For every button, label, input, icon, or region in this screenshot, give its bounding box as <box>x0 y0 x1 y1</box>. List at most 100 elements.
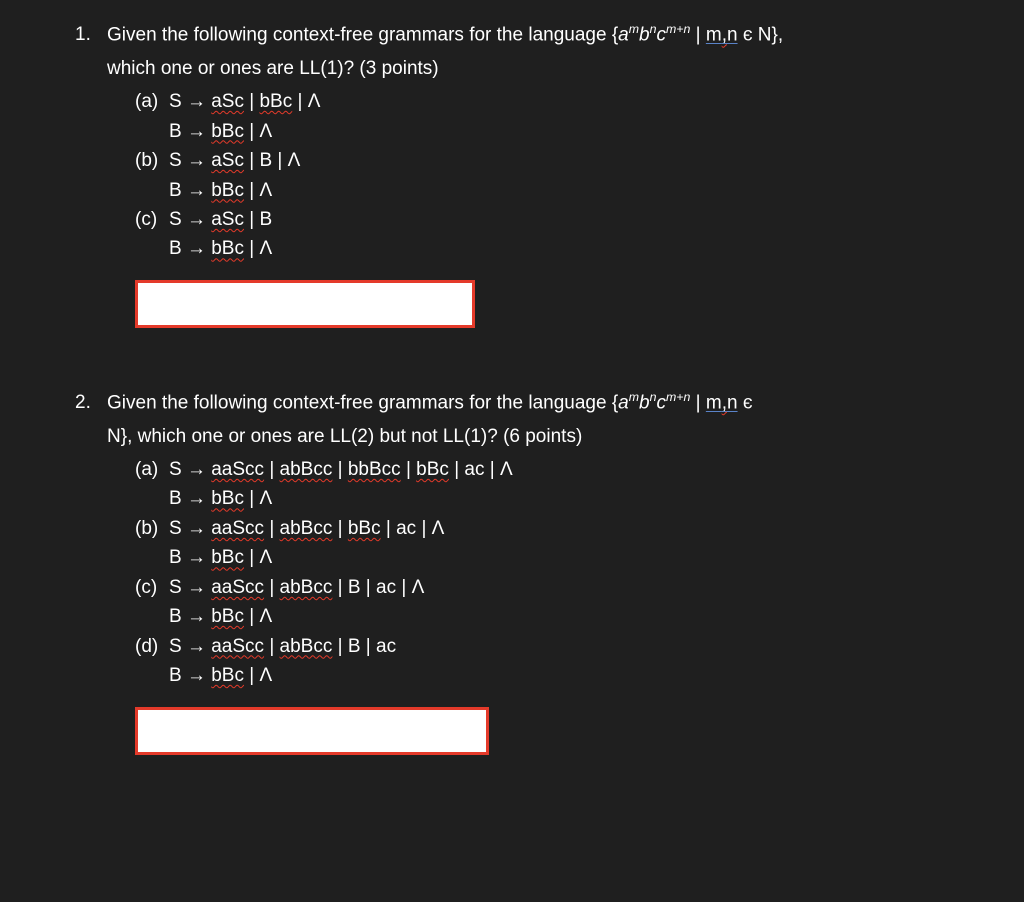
q1-answer-input[interactable] <box>135 280 475 328</box>
lang-bar: | <box>690 392 706 413</box>
b-pre: B → <box>169 180 211 201</box>
sp: aaScc <box>211 636 264 657</box>
mid: | <box>244 91 260 112</box>
sp: bBc <box>211 488 244 509</box>
lang-c: c <box>657 24 667 45</box>
tail: | Λ <box>244 180 272 201</box>
sp: bBc <box>211 180 244 201</box>
sp: bBc <box>259 91 292 112</box>
option-label: (a) <box>135 455 169 484</box>
b-pre: B → <box>169 488 211 509</box>
mid: | <box>264 518 280 539</box>
s-pre: S → <box>169 150 211 171</box>
q2-answer-input[interactable] <box>135 707 489 755</box>
q2-option-a-b: B → bBc | Λ <box>135 484 949 513</box>
s-pre: S → <box>169 91 211 112</box>
q1-options: (a) S → aSc | bBc | Λ B → bBc | Λ (b) S … <box>107 87 949 264</box>
b-pre: B → <box>169 238 211 259</box>
question-body: Given the following context-free grammar… <box>107 20 949 328</box>
sp: aaScc <box>211 459 264 480</box>
m: m <box>706 392 722 413</box>
question-number: 2. <box>75 388 107 755</box>
tail: | ac | Λ <box>381 518 445 539</box>
lang-mn: m+n <box>666 390 690 404</box>
s-pre: S → <box>169 636 211 657</box>
lang-a: a <box>618 392 629 413</box>
lang-tail: є N}, <box>738 24 784 45</box>
b-pre: B → <box>169 547 211 568</box>
question-1: 1. Given the following context-free gram… <box>75 20 949 328</box>
q1-prompt-line1: Given the following context-free grammar… <box>107 20 949 50</box>
mid: | <box>264 459 280 480</box>
sp: bBc <box>211 606 244 627</box>
mid: | <box>264 636 280 657</box>
tail: | B | Λ <box>244 150 300 171</box>
mid: | <box>264 577 280 598</box>
n: n <box>727 24 738 45</box>
lang-m: m <box>629 390 639 404</box>
tail: | Λ <box>244 488 272 509</box>
b-pre: B → <box>169 606 211 627</box>
tail: | B <box>244 209 272 230</box>
option-label: (c) <box>135 573 169 602</box>
lang-condition: m,n <box>706 24 738 45</box>
s-pre: S → <box>169 209 211 230</box>
option-text: S → aSc | B | Λ <box>169 146 300 175</box>
option-label: (d) <box>135 632 169 661</box>
option-label: (b) <box>135 146 169 175</box>
text: Given the following context-free grammar… <box>107 392 618 413</box>
q1-prompt-line2: which one or ones are LL(1)? (3 points) <box>107 54 949 83</box>
q1-option-c-b: B → bBc | Λ <box>135 234 949 263</box>
sp: bbBcc <box>348 459 401 480</box>
sp: bBc <box>211 547 244 568</box>
s-pre: S → <box>169 577 211 598</box>
lang-c: c <box>657 392 667 413</box>
s-pre: S → <box>169 518 211 539</box>
question-2: 2. Given the following context-free gram… <box>75 388 949 755</box>
option-label: (a) <box>135 87 169 116</box>
q2-prompt-line1: Given the following context-free grammar… <box>107 388 949 418</box>
lang-b: b <box>639 392 650 413</box>
tail: | B | ac <box>332 636 396 657</box>
sp: bBc <box>211 238 244 259</box>
q2-option-b: (b) S → aaScc | abBcc | bBc | ac | Λ <box>135 514 949 543</box>
tail: | Λ <box>244 547 272 568</box>
tail: | Λ <box>244 238 272 259</box>
option-text: S → aaScc | abBcc | bbBcc | bBc | ac | Λ <box>169 455 513 484</box>
q2-option-c: (c) S → aaScc | abBcc | B | ac | Λ <box>135 573 949 602</box>
lang-mn: m+n <box>666 22 690 36</box>
option-text: S → aSc | B <box>169 205 272 234</box>
option-text: S → aaScc | abBcc | bBc | ac | Λ <box>169 514 444 543</box>
option-text: S → aSc | bBc | Λ <box>169 87 320 116</box>
option-text: S → aaScc | abBcc | B | ac | Λ <box>169 573 424 602</box>
n: n <box>727 392 738 413</box>
lang-b: b <box>639 24 650 45</box>
lang-n: n <box>650 390 657 404</box>
tail: | Λ <box>244 665 272 686</box>
sp: aSc <box>211 209 244 230</box>
question-number: 1. <box>75 20 107 328</box>
question-list: 1. Given the following context-free gram… <box>75 20 949 755</box>
lang-condition: m,n <box>706 392 738 413</box>
tail: | ac | Λ <box>449 459 513 480</box>
sp: abBcc <box>280 459 333 480</box>
lang-tail: є <box>738 392 753 413</box>
sp: bBc <box>348 518 381 539</box>
sp: bBc <box>211 665 244 686</box>
m: m <box>706 24 722 45</box>
sp: abBcc <box>280 636 333 657</box>
b-pre: B → <box>169 121 211 142</box>
s-pre: S → <box>169 459 211 480</box>
q1-option-a-b: B → bBc | Λ <box>135 117 949 146</box>
mid: | <box>332 518 348 539</box>
mid: | <box>401 459 417 480</box>
q2-options: (a) S → aaScc | abBcc | bbBcc | bBc | ac… <box>107 455 949 691</box>
tail: | Λ <box>244 121 272 142</box>
sp: abBcc <box>280 577 333 598</box>
q2-option-c-b: B → bBc | Λ <box>135 602 949 631</box>
lang-m: m <box>629 22 639 36</box>
question-body: Given the following context-free grammar… <box>107 388 949 755</box>
q1-option-c: (c) S → aSc | B <box>135 205 949 234</box>
q2-option-d-b: B → bBc | Λ <box>135 661 949 690</box>
option-text: S → aaScc | abBcc | B | ac <box>169 632 396 661</box>
